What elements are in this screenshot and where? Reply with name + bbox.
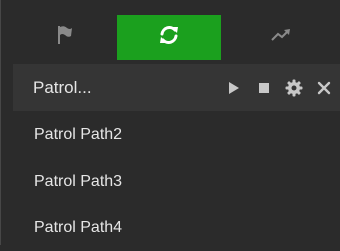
tab-patrol[interactable]: [117, 15, 221, 60]
flag-icon: [56, 25, 74, 50]
tab-preset[interactable]: [13, 15, 117, 60]
ptz-patrol-panel: Patrol... Patrol Path2 Patrol Path3 Patr…: [0, 0, 340, 245]
patrol-path-item[interactable]: Patrol Path2: [13, 112, 340, 158]
patrol-path-selected[interactable]: Patrol...: [13, 64, 340, 111]
panel-tabs: [13, 15, 340, 60]
patrol-controls: [225, 79, 340, 97]
patrol-path-item-label: Patrol Path4: [34, 219, 123, 236]
patrol-path-item[interactable]: Patrol Path4: [13, 205, 340, 251]
patrol-path-item-label: Patrol Path2: [34, 126, 123, 143]
gear-icon[interactable]: [285, 79, 303, 97]
patrol-path-item[interactable]: Patrol Path3: [13, 159, 340, 205]
tab-pattern[interactable]: [221, 15, 340, 60]
close-icon[interactable]: [315, 79, 333, 97]
patrol-path-item-label: Patrol Path3: [34, 173, 123, 190]
play-icon[interactable]: [225, 79, 243, 97]
refresh-icon: [157, 24, 181, 51]
patrol-path-label: Patrol...: [33, 77, 92, 97]
trend-icon: [271, 28, 291, 47]
stop-icon[interactable]: [255, 79, 273, 97]
